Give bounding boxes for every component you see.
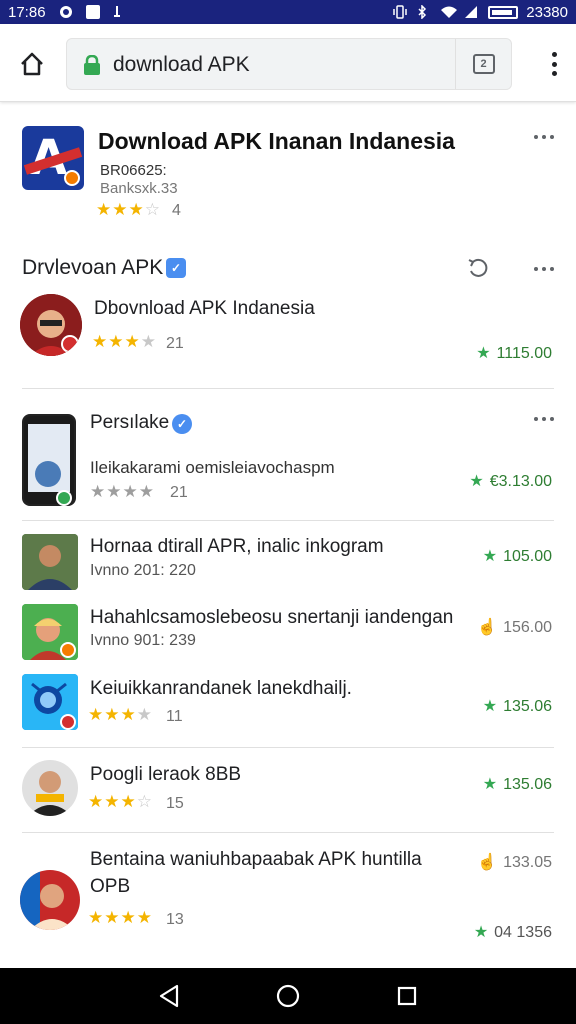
- app-downloads: ★ 135.06: [483, 696, 552, 716]
- signal-icon: [464, 5, 480, 19]
- results-content: A Download APK Inanan Indanesia BR06625:…: [0, 104, 576, 968]
- status-bar: 17:86 23380: [0, 0, 576, 24]
- status-battery-text: 23380: [526, 3, 568, 21]
- refresh-icon[interactable]: [466, 256, 490, 280]
- location-icon: [112, 5, 128, 19]
- app-downloads-value: 135.06: [503, 698, 552, 715]
- app-rating: 15: [166, 795, 184, 812]
- app-downloads-value: 105.00: [503, 548, 552, 565]
- app-downloads-value: 1115.00: [496, 345, 552, 362]
- app-thumbnail[interactable]: [22, 604, 78, 660]
- divider: [22, 388, 554, 389]
- battery-icon: [488, 5, 519, 19]
- featured-rating: 4: [172, 202, 181, 219]
- recents-icon[interactable]: [393, 982, 421, 1010]
- notification-icon: [85, 5, 100, 19]
- tab-switcher-button[interactable]: 2: [455, 39, 511, 89]
- featured-app-icon[interactable]: A: [22, 126, 84, 190]
- app-subtitle: Ivnno 901: 239: [90, 632, 196, 649]
- app-avatar[interactable]: [20, 870, 80, 930]
- section-more-icon[interactable]: [534, 264, 554, 274]
- app-stars: ★★★★: [90, 482, 155, 501]
- back-icon[interactable]: [155, 982, 183, 1010]
- app-rating: 11: [166, 708, 183, 725]
- download-count-icon: ★: [473, 924, 489, 941]
- app-downloads: ★ 135.06: [483, 774, 552, 794]
- home-icon[interactable]: [18, 50, 46, 78]
- wifi-icon: [440, 5, 458, 19]
- url-bar[interactable]: download APK 2: [66, 38, 512, 90]
- app-thumbnail[interactable]: [22, 674, 78, 730]
- download-count-icon: ★: [482, 698, 498, 715]
- app-title[interactable]: Hahahlcsamoslebeosu snertanji iandengan: [90, 607, 453, 629]
- app-stars: ★★★☆: [88, 792, 153, 811]
- app-downloads: ★ 105.00: [483, 546, 552, 566]
- app-subtitle: Ivnno 201: 220: [90, 562, 196, 579]
- app-title[interactable]: Bentaina waniuhbapaabak APK huntilla: [90, 849, 422, 871]
- app-stars: ★★★★: [88, 705, 153, 724]
- app-avatar[interactable]: [20, 294, 82, 356]
- vibrate-icon: [392, 5, 408, 19]
- app-title-line-2[interactable]: OPB: [90, 876, 130, 898]
- app-rating: 21: [166, 335, 184, 352]
- thumbs-up-icon: ☝: [477, 854, 498, 871]
- tab-count: 2: [472, 54, 495, 74]
- thumbs-up-icon: ☝: [477, 619, 498, 636]
- app-subtitle: Ileikakarami oemisleiavochaspm: [90, 458, 335, 477]
- app-title[interactable]: Keiuikkanrandanek lanekdhailj.: [90, 678, 352, 700]
- app-downloads-value: 135.06: [503, 776, 552, 793]
- app-thumbnail[interactable]: [22, 534, 78, 590]
- app-downloads-value: €3.13.00: [489, 473, 552, 490]
- download-count-icon: ★: [476, 345, 491, 362]
- app-title[interactable]: Hornaa dtirall APR, inalic inkogram: [90, 536, 384, 558]
- app-downloads: ★ 1115.00: [476, 343, 552, 363]
- featured-title[interactable]: Download APK Inanan Indanesia: [98, 128, 455, 155]
- url-text[interactable]: download APK: [113, 53, 250, 77]
- verified-icon: ✓: [172, 414, 192, 434]
- app-downloads: ★ 04 1356: [474, 922, 552, 942]
- app-downloads: ☝ 156.00: [477, 617, 552, 637]
- verified-icon: ✓: [166, 258, 186, 278]
- app-thumbnail[interactable]: [22, 414, 76, 506]
- download-count-icon: ★: [469, 473, 484, 490]
- browser-toolbar: download APK 2: [0, 24, 576, 102]
- divider: [22, 520, 554, 521]
- download-count-icon: ★: [482, 548, 498, 565]
- app-avatar[interactable]: [22, 760, 78, 816]
- app-downloads-value: 04 1356: [494, 924, 552, 941]
- divider: [22, 832, 554, 833]
- app-downloads-top: ☝ 133.05: [477, 852, 552, 872]
- app-rating: 13: [166, 911, 184, 928]
- lock-icon: [83, 54, 101, 75]
- home-nav-icon[interactable]: [274, 982, 302, 1010]
- app-title[interactable]: Poogli leraok 8BB: [90, 764, 241, 786]
- app-downloads-value: 133.05: [503, 854, 552, 871]
- app-downloads: ★ €3.13.00: [469, 471, 552, 491]
- section-title: Drvlevoan APK: [22, 256, 164, 279]
- overflow-menu-icon[interactable]: [550, 52, 558, 76]
- status-time: 17:86: [8, 3, 46, 21]
- app-stars: ★★★★: [88, 908, 153, 927]
- app-stars: ★★★★: [92, 332, 157, 351]
- app-title[interactable]: Persılake: [90, 412, 169, 434]
- app-title[interactable]: Dbovnload APK Indanesia: [94, 298, 315, 320]
- featured-more-icon[interactable]: [534, 132, 554, 142]
- app-downloads-value: 156.00: [503, 619, 552, 636]
- bluetooth-icon: [416, 4, 432, 20]
- system-nav-bar: [0, 968, 576, 1024]
- featured-subtitle: BR06625:: [100, 162, 167, 179]
- whatsapp-icon: [58, 5, 74, 19]
- app-more-icon[interactable]: [534, 414, 554, 424]
- featured-subtitle-2: Banksxk.33: [100, 180, 178, 197]
- download-count-icon: ★: [482, 776, 498, 793]
- app-rating: 21: [170, 484, 188, 501]
- featured-stars: ★★★☆: [96, 200, 161, 219]
- divider: [22, 747, 554, 748]
